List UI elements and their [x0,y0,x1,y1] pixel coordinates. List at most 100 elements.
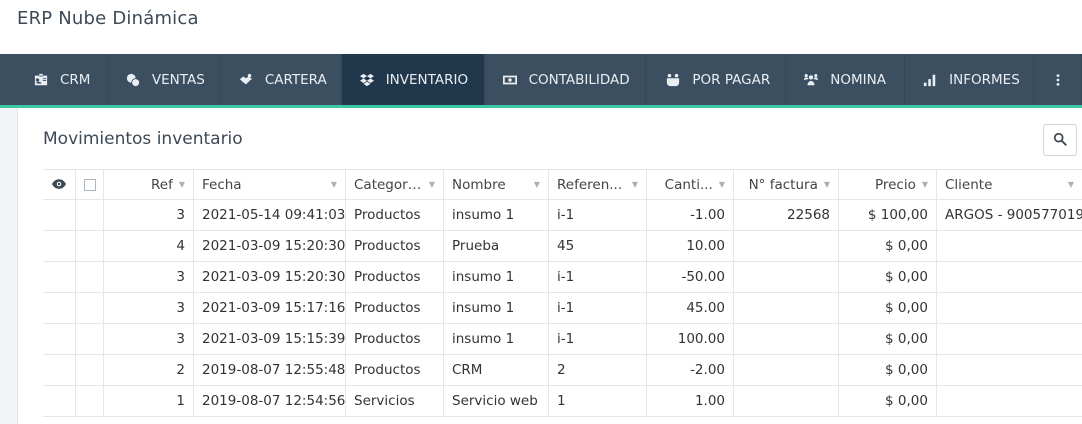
nav-more-button[interactable] [1034,54,1082,105]
dropbox-icon [359,73,374,87]
row-select-cell[interactable] [76,324,104,354]
visibility-toggle[interactable] [43,170,76,199]
cell-categoria: Productos [346,200,444,230]
sort-caret-icon: ▼ [178,180,185,189]
table-row[interactable]: 3 2021-05-14 09:41:03 Productos insumo 1 i-1… [43,200,1082,231]
cell-nombre: insumo 1 [444,293,549,323]
row-view-cell[interactable] [43,293,76,323]
table-row[interactable]: 2 2019-08-07 12:55:48 Productos CRM 2 -2.00 $ … [43,355,1082,386]
cell-fecha: 2019-08-07 12:54:56 [194,386,346,416]
cell-nombre: insumo 1 [444,262,549,292]
nav-label-ventas: VENTAS [151,71,205,88]
nav-item-por-pagar[interactable]: POR PAGAR [646,54,787,105]
header-categoria-label: Categori... [354,176,423,193]
row-view-cell[interactable] [43,355,76,385]
sort-caret-icon: ▼ [921,180,928,189]
nav-item-nomina[interactable]: NOMINA [786,54,906,105]
cell-referencia: i-1 [549,200,647,230]
table-row[interactable]: 4 2021-03-09 15:20:30 Productos Prueba 45 10.… [43,231,1082,262]
header-referencia[interactable]: Referen... ▼ [549,170,647,199]
cell-categoria: Productos [346,324,444,354]
row-select-cell[interactable] [76,293,104,323]
cell-categoria: Productos [346,262,444,292]
cell-ref: 2 [104,355,194,385]
cell-cliente [937,324,1082,354]
cell-referencia: i-1 [549,262,647,292]
row-select-cell[interactable] [76,262,104,292]
row-view-cell[interactable] [43,231,76,261]
nav-item-ventas[interactable]: VENTAS [108,54,221,105]
row-view-cell[interactable] [43,262,76,292]
users-icon [804,73,819,87]
cell-cliente [937,355,1082,385]
sort-caret-icon: ▼ [631,180,638,189]
header-precio[interactable]: Precio ▼ [839,170,937,199]
cell-factura [734,262,839,292]
table-row[interactable]: 3 2021-03-09 15:20:30 Productos insumo 1 i-1… [43,262,1082,293]
cell-nombre: CRM [444,355,549,385]
cell-precio: $ 0,00 [839,262,937,292]
table-body: 3 2021-05-14 09:41:03 Productos insumo 1 i-1… [43,200,1082,417]
search-button[interactable] [1043,124,1077,156]
nav-item-informes[interactable]: INFORMES [905,54,1035,105]
row-select-cell[interactable] [76,355,104,385]
row-select-cell[interactable] [76,231,104,261]
cell-nombre: Servicio web [444,386,549,416]
panel-title: Movimientos inventario [43,129,243,149]
cell-precio: $ 0,00 [839,386,937,416]
row-select-cell[interactable] [76,386,104,416]
header-cliente[interactable]: Cliente ▼ [937,170,1082,199]
table-row[interactable]: 1 2019-08-07 12:54:56 Servicios Servicio we… [43,386,1082,417]
cell-cliente [937,231,1082,261]
cell-cantidad: -50.00 [647,262,734,292]
cell-factura [734,231,839,261]
cell-referencia: i-1 [549,324,647,354]
nav-label-crm: CRM [60,71,91,88]
cell-fecha: 2021-03-09 15:15:39 [194,324,346,354]
row-view-cell[interactable] [43,200,76,230]
cell-fecha: 2019-08-07 12:55:48 [194,355,346,385]
cell-ref: 3 [104,200,194,230]
ellipsis-vertical-icon [1051,73,1065,87]
header-fecha[interactable]: Fecha ▼ [194,170,346,199]
sort-caret-icon: ▼ [330,180,337,189]
nav-label-por-pagar: POR PAGAR [692,71,771,88]
nav-item-cartera[interactable]: CARTERA [221,54,342,105]
eye-icon [52,177,66,193]
inventory-table: Ref ▼ Fecha ▼ Categori... ▼ Nombre ▼ Referen… [43,169,1082,417]
cell-categoria: Productos [346,231,444,261]
cell-factura [734,324,839,354]
cell-cantidad: 10.00 [647,231,734,261]
header-categoria[interactable]: Categori... ▼ [346,170,444,199]
cell-precio: $ 0,00 [839,324,937,354]
sort-caret-icon: ▼ [428,180,435,189]
sort-caret-icon: ▼ [1067,180,1074,189]
coins-icon [126,73,140,87]
cell-fecha: 2021-03-09 15:20:30 [194,262,346,292]
cell-cliente: ARGOS - 900577019 [945,207,1082,223]
left-rail [0,108,18,424]
cell-categoria: Productos [346,293,444,323]
header-cantidad[interactable]: Canti... ▼ [647,170,734,199]
select-all-checkbox[interactable] [76,170,104,199]
header-fecha-label: Fecha [202,176,242,193]
cell-precio: $ 0,00 [839,293,937,323]
cell-categoria: Servicios [346,386,444,416]
cell-referencia: 45 [549,231,647,261]
cell-cantidad: 45.00 [647,293,734,323]
row-view-cell[interactable] [43,324,76,354]
row-view-cell[interactable] [43,386,76,416]
nav-item-crm[interactable]: CRM [0,54,108,105]
cell-cliente [937,262,1082,292]
nav-item-contabilidad[interactable]: CONTABILIDAD [485,54,647,105]
table-header-row: Ref ▼ Fecha ▼ Categori... ▼ Nombre ▼ Referen… [43,169,1082,200]
header-cantidad-label: Canti... [664,176,713,193]
table-row[interactable]: 3 2021-03-09 15:15:39 Productos insumo 1 i-1… [43,324,1082,355]
table-row[interactable]: 3 2021-03-09 15:17:16 Productos insumo 1 i-1… [43,293,1082,324]
header-factura[interactable]: N° factura ▼ [734,170,839,199]
wallet-icon [666,73,680,87]
header-nombre[interactable]: Nombre ▼ [444,170,549,199]
row-select-cell[interactable] [76,200,104,230]
header-ref[interactable]: Ref ▼ [104,170,194,199]
nav-item-inventario[interactable]: INVENTARIO [341,54,485,105]
